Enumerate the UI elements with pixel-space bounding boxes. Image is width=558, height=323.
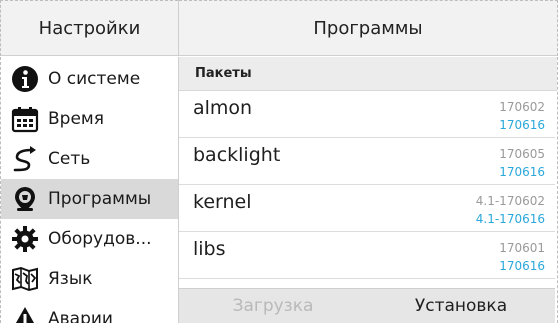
packages-panel: Пакеты almon 170602 170616 backlight 170… bbox=[179, 57, 558, 323]
content-header: Программы bbox=[179, 0, 558, 56]
package-row-almon[interactable]: almon 170602 170616 bbox=[179, 91, 555, 138]
package-name: kernel bbox=[193, 191, 252, 213]
sidebar: О системе Время Сеть Программы Оборудов. bbox=[0, 57, 178, 323]
sidebar-item-label: Язык bbox=[48, 269, 93, 289]
sidebar-item-label: Аварии bbox=[48, 309, 113, 323]
sidebar-item-hardware[interactable]: Оборудов... bbox=[1, 219, 178, 259]
sidebar-item-time[interactable]: Время bbox=[1, 99, 178, 139]
sidebar-item-about[interactable]: О системе bbox=[1, 59, 178, 99]
sidebar-item-label: О системе bbox=[48, 69, 141, 89]
section-title: Пакеты bbox=[195, 66, 252, 81]
info-icon bbox=[10, 64, 40, 94]
package-name: backlight bbox=[193, 144, 281, 166]
sidebar-item-network[interactable]: Сеть bbox=[1, 139, 178, 179]
package-row-backlight[interactable]: backlight 170605 170616 bbox=[179, 138, 555, 185]
sidebar-item-label: Оборудов... bbox=[48, 229, 152, 249]
current-version: 170602 bbox=[499, 100, 545, 114]
page-title: Программы bbox=[313, 17, 423, 39]
software-pin-icon bbox=[10, 184, 40, 214]
warning-icon bbox=[10, 304, 40, 323]
gear-icon bbox=[10, 224, 40, 254]
sidebar-item-programs[interactable]: Программы bbox=[1, 179, 178, 219]
current-version: 170605 bbox=[499, 147, 545, 161]
sidebar-item-label: Время bbox=[48, 109, 104, 129]
available-version: 170616 bbox=[499, 165, 545, 179]
package-name: almon bbox=[193, 97, 253, 119]
map-icon bbox=[10, 264, 40, 294]
settings-window: Настройки Программы О системе Время Сеть bbox=[0, 0, 558, 323]
current-version: 170601 bbox=[499, 241, 545, 255]
sidebar-item-language[interactable]: Язык bbox=[1, 259, 178, 299]
download-button[interactable]: Загрузка bbox=[179, 289, 367, 323]
package-row-kernel[interactable]: kernel 4.1-170602 4.1-170616 bbox=[179, 185, 555, 232]
sidebar-item-label: Сеть bbox=[48, 149, 91, 169]
section-header: Пакеты bbox=[179, 57, 557, 91]
settings-title: Настройки bbox=[38, 17, 141, 39]
network-path-icon bbox=[10, 144, 40, 174]
sidebar-item-alarms[interactable]: Аварии bbox=[1, 299, 178, 323]
available-version: 170616 bbox=[499, 118, 545, 132]
available-version: 4.1-170616 bbox=[475, 212, 545, 226]
available-version: 170616 bbox=[499, 259, 545, 273]
sidebar-header: Настройки bbox=[0, 0, 178, 56]
current-version: 4.1-170602 bbox=[475, 194, 545, 208]
package-name: libs bbox=[193, 238, 226, 260]
calendar-icon bbox=[10, 104, 40, 134]
install-button[interactable]: Установка bbox=[367, 289, 555, 323]
action-bar: Загрузка Установка bbox=[179, 288, 555, 323]
sidebar-item-label: Программы bbox=[48, 189, 152, 209]
package-row-libs[interactable]: libs 170601 170616 bbox=[179, 232, 555, 279]
